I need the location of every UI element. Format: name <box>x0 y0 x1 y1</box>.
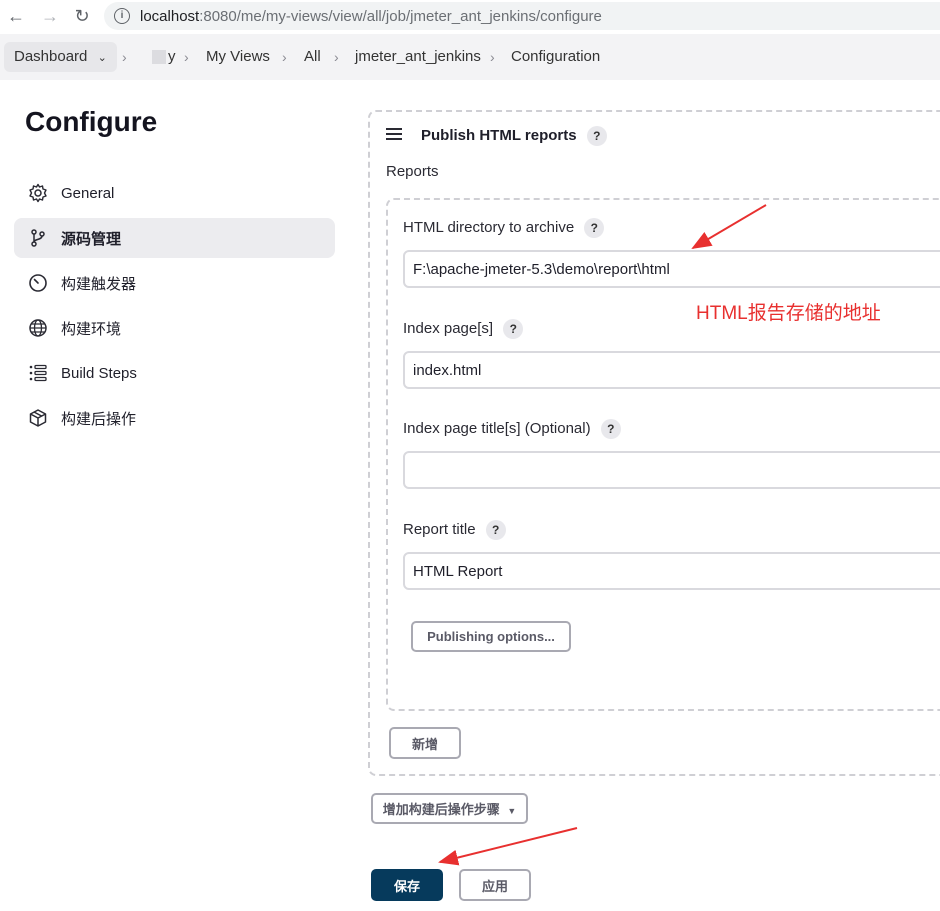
report-title-input[interactable] <box>403 552 940 590</box>
help-icon[interactable]: ? <box>600 419 621 439</box>
source-branch-icon <box>26 226 50 250</box>
breadcrumb-job[interactable]: jmeter_ant_jenkins <box>355 34 481 80</box>
package-icon <box>26 406 50 430</box>
breadcrumb-separator-icon: › <box>490 49 495 65</box>
section-title: Publish HTML reports ? <box>421 126 607 146</box>
back-arrow-icon[interactable]: ← <box>6 6 26 26</box>
add-post-build-step-label: 增加构建后操作步骤 <box>382 802 500 817</box>
timer-icon <box>26 271 50 295</box>
breadcrumb-user[interactable]: y <box>152 34 176 80</box>
forward-arrow-icon[interactable]: → <box>40 6 60 26</box>
address-bar[interactable]: i localhost:8080/me/my-views/view/all/jo… <box>104 2 940 30</box>
index-page-label-text: Index page[s] <box>403 320 494 337</box>
gear-icon <box>26 181 50 205</box>
section-title-label: Publish HTML reports <box>421 127 577 144</box>
sidebar-item-source-management[interactable]: 源码管理 <box>14 218 335 258</box>
caret-down-icon: ▼ <box>507 806 517 816</box>
browser-toolbar: ← → ↻ i localhost:8080/me/my-views/view/… <box>0 0 940 32</box>
help-icon[interactable]: ? <box>586 126 607 146</box>
breadcrumb-separator-icon: › <box>122 49 127 65</box>
reload-icon[interactable]: ↻ <box>72 6 92 26</box>
url-host: localhost <box>140 7 200 25</box>
html-directory-input[interactable] <box>403 250 940 288</box>
add-report-button[interactable]: 新增 <box>389 727 461 759</box>
breadcrumb-all[interactable]: All <box>304 34 321 80</box>
annotation-text: HTML报告存储的地址 <box>696 303 881 324</box>
drag-handle-icon[interactable] <box>386 128 402 140</box>
help-icon[interactable]: ? <box>584 218 605 238</box>
sidebar-item-label: 构建环境 <box>61 320 122 338</box>
url-path: :8080/me/my-views/view/all/job/jmeter_an… <box>199 7 602 25</box>
sidebar-item-build-environment[interactable]: 构建环境 <box>14 308 335 348</box>
globe-icon <box>26 316 50 340</box>
breadcrumb-dashboard[interactable]: Dashboard ⌄ <box>4 42 117 72</box>
html-directory-label-text: HTML directory to archive <box>403 219 575 236</box>
list-icon <box>26 361 50 385</box>
breadcrumb-dashboard-label: Dashboard <box>14 48 88 65</box>
index-page-input[interactable] <box>403 351 940 389</box>
breadcrumb-separator-icon: › <box>282 49 287 65</box>
redacted-mark <box>152 50 166 65</box>
sidebar-item-label: Build Steps <box>61 364 137 382</box>
index-page-title-input[interactable] <box>403 451 940 489</box>
sidebar-item-build-steps[interactable]: Build Steps <box>14 353 335 393</box>
sidebar-item-label: 构建触发器 <box>61 275 137 293</box>
breadcrumb-my-views[interactable]: My Views <box>206 34 270 80</box>
breadcrumb-separator-icon: › <box>184 49 189 65</box>
annotation-arrow-save <box>438 827 578 866</box>
chevron-down-icon[interactable]: ⌄ <box>98 52 107 64</box>
help-icon[interactable]: ? <box>503 319 524 339</box>
sidebar-item-label: General <box>61 184 115 202</box>
site-info-icon[interactable]: i <box>114 8 130 24</box>
sidebar-item-label: 源码管理 <box>61 230 122 248</box>
help-icon[interactable]: ? <box>485 520 506 540</box>
sidebar-item-post-build[interactable]: 构建后操作 <box>14 398 335 438</box>
publishing-options-button[interactable]: Publishing options... <box>411 621 571 652</box>
breadcrumb: Dashboard ⌄ › y › My Views › All › jmete… <box>0 34 940 80</box>
breadcrumb-configuration[interactable]: Configuration <box>511 34 600 80</box>
page-title: Configure <box>25 106 158 137</box>
reports-label: Reports <box>386 163 439 180</box>
breadcrumb-user-label: y <box>168 48 176 65</box>
sidebar-item-general[interactable]: General <box>14 173 335 213</box>
add-post-build-step-button[interactable]: 增加构建后操作步骤 ▼ <box>371 793 528 824</box>
report-title-label: Report title ? <box>403 520 506 540</box>
html-directory-label: HTML directory to archive ? <box>403 218 605 238</box>
index-page-title-label-text: Index page title[s] (Optional) <box>403 420 591 437</box>
report-title-label-text: Report title <box>403 521 476 538</box>
apply-button[interactable]: 应用 <box>459 869 531 901</box>
sidebar-item-build-triggers[interactable]: 构建触发器 <box>14 263 335 303</box>
index-page-label: Index page[s] ? <box>403 319 524 339</box>
breadcrumb-separator-icon: › <box>334 49 339 65</box>
sidebar-item-label: 构建后操作 <box>61 410 137 428</box>
index-page-title-label: Index page title[s] (Optional) ? <box>403 419 621 439</box>
save-button[interactable]: 保存 <box>371 869 443 901</box>
